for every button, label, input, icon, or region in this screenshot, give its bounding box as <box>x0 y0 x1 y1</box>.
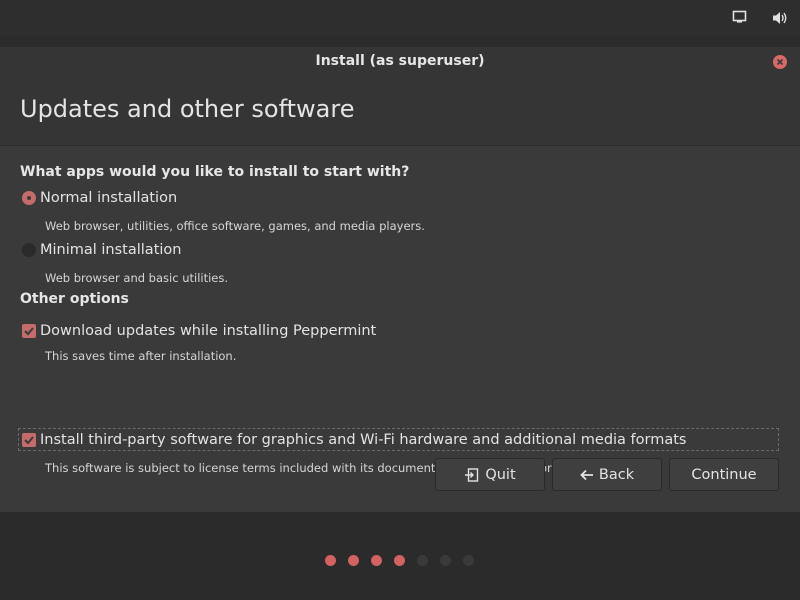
title-bar: Install (as superuser) <box>0 47 800 78</box>
display-icon[interactable] <box>732 10 750 26</box>
back-label: Back <box>598 466 635 483</box>
arrow-left-icon <box>580 469 594 481</box>
close-icon <box>776 58 784 66</box>
top-panel <box>0 0 800 36</box>
normal-installation-radio[interactable]: Normal installation <box>22 188 177 208</box>
checkbox-checked-icon <box>22 433 36 447</box>
page-title: Updates and other software <box>20 95 355 123</box>
quit-button[interactable]: Quit <box>435 458 545 491</box>
page-header: Updates and other software <box>0 78 800 146</box>
progress-dot-complete <box>394 555 405 566</box>
download-updates-description: This saves time after installation. <box>45 349 237 363</box>
other-options-heading: Other options <box>20 291 129 307</box>
third-party-software-checkbox[interactable]: Install third-party software for graphic… <box>22 430 686 450</box>
continue-button[interactable]: Continue <box>669 458 779 491</box>
normal-installation-description: Web browser, utilities, office software,… <box>45 219 425 233</box>
checkbox-checked-icon <box>22 324 36 338</box>
progress-area <box>0 512 800 600</box>
third-party-software-label: Install third-party software for graphic… <box>40 432 687 448</box>
normal-installation-label: Normal installation <box>40 190 178 206</box>
back-button[interactable]: Back <box>552 458 662 491</box>
apps-question: What apps would you like to install to s… <box>20 164 410 180</box>
minimal-installation-radio[interactable]: Minimal installation <box>22 240 181 260</box>
window-title: Install (as superuser) <box>315 53 485 69</box>
progress-dot-complete <box>371 555 382 566</box>
progress-dot-complete <box>348 555 359 566</box>
close-button[interactable] <box>773 55 787 69</box>
installer-window: Install (as superuser) Updates and other… <box>0 47 800 512</box>
quit-label: Quit <box>485 466 516 483</box>
radio-unchecked-icon <box>22 243 36 257</box>
progress-dot-complete <box>325 555 336 566</box>
download-updates-checkbox[interactable]: Download updates while installing Pepper… <box>22 321 376 341</box>
progress-dot-pending <box>463 555 474 566</box>
progress-dot-pending <box>440 555 451 566</box>
minimal-installation-description: Web browser and basic utilities. <box>45 271 229 285</box>
volume-icon[interactable] <box>771 10 789 26</box>
progress-dot-pending <box>417 555 428 566</box>
quit-icon <box>464 467 480 482</box>
continue-label: Continue <box>691 466 757 483</box>
radio-checked-icon <box>22 191 36 205</box>
minimal-installation-label: Minimal installation <box>40 242 182 258</box>
download-updates-label: Download updates while installing Pepper… <box>40 323 377 339</box>
